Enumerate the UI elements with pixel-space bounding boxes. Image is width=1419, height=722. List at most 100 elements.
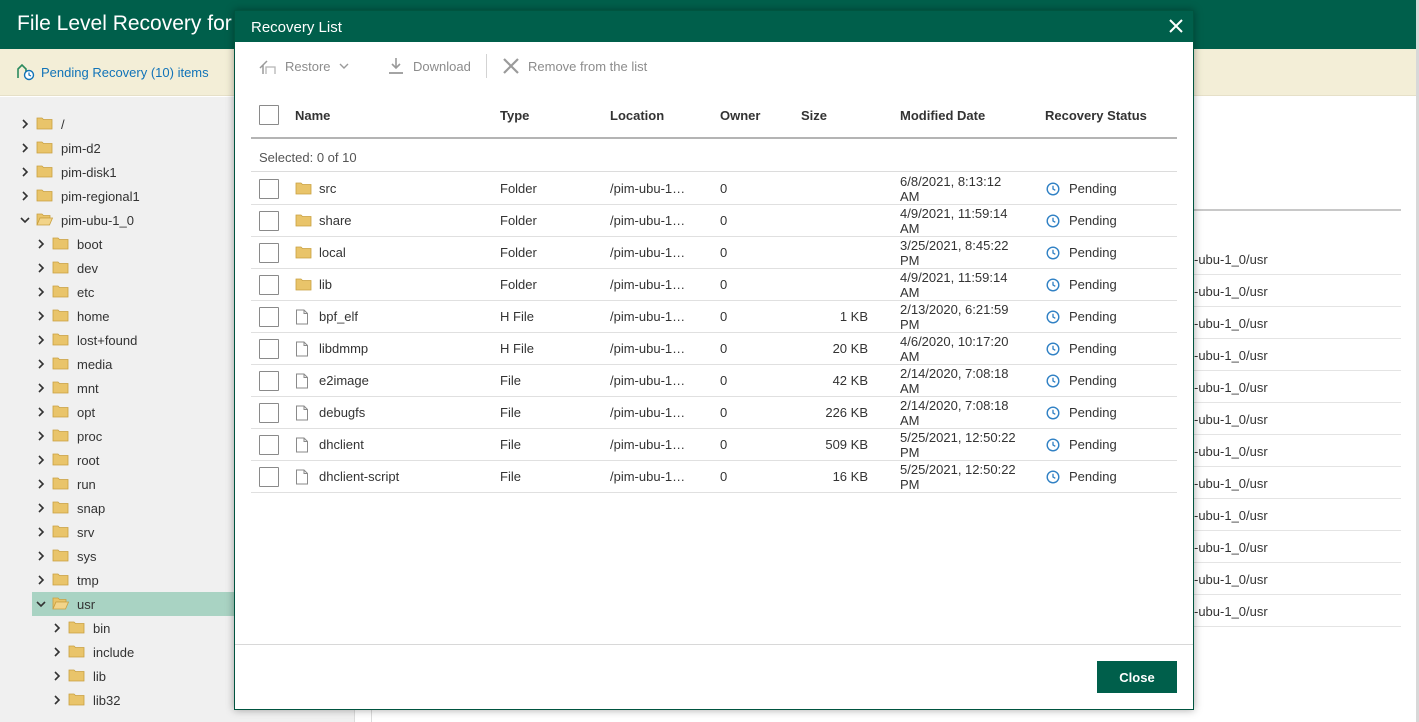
tree-node[interactable]: snap [34, 496, 105, 520]
table-row[interactable]: e2image File/pim-ubu-1_0/usr 0 42 KB 2/14/20… [251, 365, 1177, 397]
chevron-down-icon[interactable] [34, 599, 48, 609]
tree-node[interactable]: include [50, 640, 134, 664]
table-row[interactable]: libdmmp H File/pim-ubu-1_0/usr 0 20 KB 4/6/2… [251, 333, 1177, 365]
tree-node[interactable]: proc [34, 424, 102, 448]
chevron-right-icon[interactable] [34, 263, 48, 273]
close-icon[interactable] [1167, 17, 1185, 35]
tree-node[interactable]: lib [50, 664, 106, 688]
tree-node[interactable]: pim-regional1 [18, 184, 140, 208]
tree-node[interactable]: root [34, 448, 99, 472]
tree-node[interactable]: opt [34, 400, 95, 424]
tree-node[interactable]: lost+found [34, 328, 137, 352]
table-row[interactable]: share Folder/pim-ubu-1_0/usr 0 4/9/2021, 11… [251, 205, 1177, 237]
column-location[interactable]: Location [610, 108, 664, 123]
chevron-right-icon[interactable] [18, 191, 32, 201]
column-recovery-status[interactable]: Recovery Status [1045, 108, 1147, 123]
chevron-right-icon[interactable] [34, 527, 48, 537]
column-size[interactable]: Size [801, 108, 827, 123]
tree-node[interactable]: bin [50, 616, 110, 640]
tree-node-label: bin [93, 620, 111, 636]
table-row[interactable]: dhclient File/pim-ubu-1_0/usr 0 509 KB 5/25/… [251, 429, 1177, 461]
table-row[interactable]: src Folder/pim-ubu-1_0/usr 0 6/8/2021, 8:13… [251, 173, 1177, 205]
chevron-right-icon[interactable] [50, 695, 64, 705]
column-type[interactable]: Type [500, 108, 529, 123]
column-owner[interactable]: Owner [720, 108, 760, 123]
chevron-right-icon[interactable] [18, 119, 32, 129]
tree-node[interactable]: pim-ubu-1_0 [18, 208, 134, 232]
tree-node[interactable]: mnt [34, 376, 99, 400]
chevron-right-icon[interactable] [34, 383, 48, 393]
table-row[interactable]: lib Folder/pim-ubu-1_0/usr 0 4/9/2021, 11:5… [251, 269, 1177, 301]
chevron-right-icon[interactable] [34, 407, 48, 417]
table-row[interactable]: dhclient-script File/pim-ubu-1_0/usr 0 16 K… [251, 461, 1177, 493]
row-checkbox[interactable] [259, 371, 279, 391]
chevron-right-icon[interactable] [34, 575, 48, 585]
tree-node[interactable]: / [18, 112, 65, 136]
tree-node[interactable]: sys [34, 544, 97, 568]
chevron-right-icon[interactable] [34, 455, 48, 465]
row-checkbox[interactable] [259, 179, 279, 199]
tree-node[interactable]: media [34, 352, 112, 376]
background-list-row[interactable]: -ubu-1_0/usr [1193, 531, 1401, 563]
chevron-right-icon[interactable] [34, 335, 48, 345]
tree-node[interactable]: pim-disk1 [18, 160, 117, 184]
chevron-right-icon[interactable] [18, 143, 32, 153]
select-all-checkbox[interactable] [259, 105, 279, 125]
background-list-row[interactable]: -ubu-1_0/usr [1193, 499, 1401, 531]
chevron-right-icon[interactable] [34, 551, 48, 561]
row-checkbox[interactable] [259, 435, 279, 455]
table-row[interactable]: debugfs File/pim-ubu-1_0/usr 0 226 KB 2/14/2… [251, 397, 1177, 429]
background-list-row[interactable]: -ubu-1_0/usr [1193, 403, 1401, 435]
chevron-right-icon[interactable] [50, 671, 64, 681]
row-checkbox[interactable] [259, 467, 279, 487]
chevron-right-icon[interactable] [34, 311, 48, 321]
background-list-row[interactable]: -ubu-1_0/usr [1193, 275, 1401, 307]
chevron-right-icon[interactable] [34, 503, 48, 513]
column-name[interactable]: Name [295, 108, 330, 123]
chevron-right-icon[interactable] [34, 479, 48, 489]
row-checkbox[interactable] [259, 275, 279, 295]
remove-from-list-button[interactable]: Remove from the list [502, 55, 647, 77]
cell-recovery-status: Pending [1069, 469, 1117, 484]
tree-node[interactable]: run [34, 472, 96, 496]
tree-node[interactable]: tmp [34, 568, 99, 592]
pending-recovery-label[interactable]: Pending Recovery (10) items [41, 65, 209, 80]
download-button[interactable]: Download [387, 55, 471, 77]
pending-recovery-link[interactable]: Pending Recovery (10) items [16, 64, 209, 81]
chevron-right-icon[interactable] [34, 431, 48, 441]
tree-node[interactable]: home [34, 304, 110, 328]
chevron-right-icon[interactable] [50, 623, 64, 633]
chevron-right-icon[interactable] [34, 287, 48, 297]
restore-button[interactable]: Restore [259, 55, 349, 77]
chevron-right-icon[interactable] [34, 239, 48, 249]
background-list-row[interactable]: -ubu-1_0/usr [1193, 467, 1401, 499]
chevron-right-icon[interactable] [50, 647, 64, 657]
chevron-right-icon[interactable] [34, 359, 48, 369]
table-row[interactable]: bpf_elf H File/pim-ubu-1_0/usr 0 1 KB 2/13/2… [251, 301, 1177, 333]
tree-node[interactable]: srv [34, 520, 94, 544]
background-list-row[interactable]: -ubu-1_0/usr [1193, 339, 1401, 371]
background-list-row[interactable]: -ubu-1_0/usr [1193, 243, 1401, 275]
tree-node[interactable]: pim-d2 [18, 136, 101, 160]
tree-node[interactable]: boot [34, 232, 102, 256]
tree-node[interactable]: etc [34, 280, 94, 304]
cell-type: Folder [500, 277, 537, 292]
tree-node[interactable]: lib32 [50, 688, 120, 712]
row-checkbox[interactable] [259, 243, 279, 263]
column-modified-date[interactable]: Modified Date [900, 108, 985, 123]
chevron-down-icon[interactable] [18, 215, 32, 225]
close-button[interactable]: Close [1097, 661, 1177, 693]
cell-location: /pim-ubu-1_0/usr [610, 213, 690, 228]
background-list-row[interactable]: -ubu-1_0/usr [1193, 307, 1401, 339]
background-list-row[interactable]: -ubu-1_0/usr [1193, 371, 1401, 403]
row-checkbox[interactable] [259, 339, 279, 359]
background-list-row[interactable]: -ubu-1_0/usr [1193, 435, 1401, 467]
table-row[interactable]: local Folder/pim-ubu-1_0/usr 0 3/25/2021, 8… [251, 237, 1177, 269]
background-list-row[interactable]: -ubu-1_0/usr [1193, 563, 1401, 595]
row-checkbox[interactable] [259, 307, 279, 327]
tree-node[interactable]: dev [34, 256, 98, 280]
row-checkbox[interactable] [259, 211, 279, 231]
row-checkbox[interactable] [259, 403, 279, 423]
background-list-row[interactable]: -ubu-1_0/usr [1193, 595, 1401, 627]
chevron-right-icon[interactable] [18, 167, 32, 177]
